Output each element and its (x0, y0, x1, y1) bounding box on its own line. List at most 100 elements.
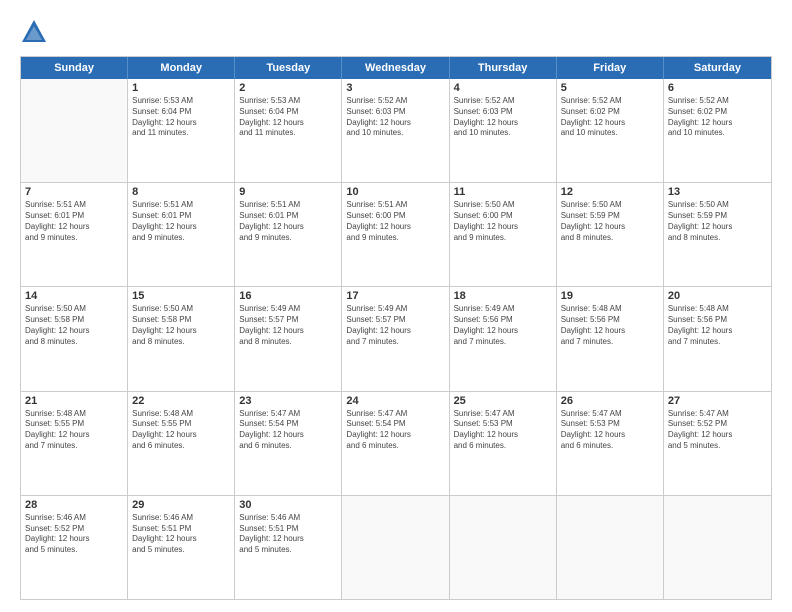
calendar-cell: 28Sunrise: 5:46 AMSunset: 5:52 PMDayligh… (21, 496, 128, 599)
calendar-cell: 14Sunrise: 5:50 AMSunset: 5:58 PMDayligh… (21, 287, 128, 390)
calendar-cell: 17 Sunrise: 5:49 AMSunset: 5:57 PMDayligh… (342, 287, 449, 390)
calendar-cell: 7 Sunrise: 5:51 AMSunset: 6:01 PMDaylight… (21, 183, 128, 286)
calendar-cell (664, 496, 771, 599)
calendar-cell: 3 Sunrise: 5:52 AMSunset: 6:03 PMDaylight… (342, 79, 449, 182)
cell-date-number: 28 (25, 499, 123, 511)
calendar-page: SundayMondayTuesdayWednesdayThursdayFrid… (0, 0, 792, 612)
cell-date-number: 1 (132, 82, 230, 94)
calendar-row-4: 21 Sunrise: 5:48 AMSunset: 5:55 PMDayligh… (21, 391, 771, 495)
cell-date-number: 2 (239, 82, 337, 94)
cell-date-number: 11 (454, 186, 552, 198)
day-header-saturday: Saturday (664, 57, 771, 79)
cell-info: Sunrise: 5:53 AMSunset: 6:04 PMDaylight:… (239, 96, 337, 139)
cell-date-number: 21 (25, 395, 123, 407)
day-header-friday: Friday (557, 57, 664, 79)
calendar-cell: 22Sunrise: 5:48 AMSunset: 5:55 PMDayligh… (128, 392, 235, 495)
cell-info: Sunrise: 5:47 AMSunset: 5:54 PMDaylight:… (346, 409, 444, 452)
cell-date-number: 14 (25, 290, 123, 302)
cell-info: Sunrise: 5:50 AMSunset: 5:59 PMDaylight:… (561, 200, 659, 243)
cell-info: Sunrise: 5:46 AMSunset: 5:51 PMDaylight:… (132, 513, 230, 556)
cell-info: Sunrise: 5:52 AMSunset: 6:02 PMDaylight:… (668, 96, 767, 139)
calendar-row-3: 14 Sunrise: 5:50 AMSunset: 5:58 PMDayligh… (21, 286, 771, 390)
cell-date-number: 12 (561, 186, 659, 198)
cell-date-number: 4 (454, 82, 552, 94)
calendar-cell: 11 Sunrise: 5:50 AMSunset: 6:00 PMDayligh… (450, 183, 557, 286)
cell-date-number: 25 (454, 395, 552, 407)
calendar-cell: 2 Sunrise: 5:53 AMSunset: 6:04 PMDaylight… (235, 79, 342, 182)
logo (20, 18, 52, 46)
calendar-cell: 21 Sunrise: 5:48 AMSunset: 5:55 PMDayligh… (21, 392, 128, 495)
cell-info: Sunrise: 5:52 AMSunset: 6:02 PMDaylight:… (561, 96, 659, 139)
cell-info: Sunrise: 5:50 AMSunset: 5:58 PMDaylight:… (132, 304, 230, 347)
cell-info: Sunrise: 5:51 AMSunset: 6:01 PMDaylight:… (25, 200, 123, 243)
cell-info: Sunrise: 5:52 AMSunset: 6:03 PMDaylight:… (346, 96, 444, 139)
cell-date-number: 8 (132, 186, 230, 198)
cell-info: Sunrise: 5:48 AMSunset: 5:55 PMDaylight:… (25, 409, 123, 452)
cell-date-number: 22 (132, 395, 230, 407)
logo-icon (20, 18, 48, 46)
cell-info: Sunrise: 5:49 AMSunset: 5:57 PMDaylight:… (239, 304, 337, 347)
day-header-monday: Monday (128, 57, 235, 79)
header (20, 18, 772, 46)
cell-info: Sunrise: 5:48 AMSunset: 5:56 PMDaylight:… (561, 304, 659, 347)
cell-info: Sunrise: 5:53 AMSunset: 6:04 PMDaylight:… (132, 96, 230, 139)
calendar-cell: 1 Sunrise: 5:53 AMSunset: 6:04 PMDaylight… (128, 79, 235, 182)
day-header-sunday: Sunday (21, 57, 128, 79)
cell-info: Sunrise: 5:49 AMSunset: 5:56 PMDaylight:… (454, 304, 552, 347)
calendar-cell: 8Sunrise: 5:51 AMSunset: 6:01 PMDaylight… (128, 183, 235, 286)
calendar-body: 1 Sunrise: 5:53 AMSunset: 6:04 PMDaylight… (21, 79, 771, 599)
cell-info: Sunrise: 5:47 AMSunset: 5:53 PMDaylight:… (454, 409, 552, 452)
calendar-cell: 26 Sunrise: 5:47 AMSunset: 5:53 PMDayligh… (557, 392, 664, 495)
day-header-wednesday: Wednesday (342, 57, 449, 79)
cell-date-number: 7 (25, 186, 123, 198)
calendar-cell (450, 496, 557, 599)
day-header-thursday: Thursday (450, 57, 557, 79)
cell-date-number: 16 (239, 290, 337, 302)
cell-date-number: 5 (561, 82, 659, 94)
calendar-cell: 18 Sunrise: 5:49 AMSunset: 5:56 PMDayligh… (450, 287, 557, 390)
cell-date-number: 20 (668, 290, 767, 302)
cell-date-number: 17 (346, 290, 444, 302)
cell-date-number: 29 (132, 499, 230, 511)
calendar-cell: 30 Sunrise: 5:46 AMSunset: 5:51 PMDayligh… (235, 496, 342, 599)
calendar-cell (557, 496, 664, 599)
cell-date-number: 9 (239, 186, 337, 198)
calendar-header: SundayMondayTuesdayWednesdayThursdayFrid… (21, 57, 771, 79)
calendar-cell (342, 496, 449, 599)
calendar-cell: 23Sunrise: 5:47 AMSunset: 5:54 PMDayligh… (235, 392, 342, 495)
cell-info: Sunrise: 5:50 AMSunset: 6:00 PMDaylight:… (454, 200, 552, 243)
calendar-cell: 9 Sunrise: 5:51 AMSunset: 6:01 PMDaylight… (235, 183, 342, 286)
calendar-cell: 6 Sunrise: 5:52 AMSunset: 6:02 PMDaylight… (664, 79, 771, 182)
cell-info: Sunrise: 5:49 AMSunset: 5:57 PMDaylight:… (346, 304, 444, 347)
calendar-cell: 20Sunrise: 5:48 AMSunset: 5:56 PMDayligh… (664, 287, 771, 390)
calendar-cell: 27Sunrise: 5:47 AMSunset: 5:52 PMDayligh… (664, 392, 771, 495)
cell-date-number: 3 (346, 82, 444, 94)
cell-date-number: 19 (561, 290, 659, 302)
cell-date-number: 6 (668, 82, 767, 94)
calendar-cell (21, 79, 128, 182)
calendar-cell: 24 Sunrise: 5:47 AMSunset: 5:54 PMDayligh… (342, 392, 449, 495)
day-header-tuesday: Tuesday (235, 57, 342, 79)
calendar-cell: 13 Sunrise: 5:50 AMSunset: 5:59 PMDayligh… (664, 183, 771, 286)
cell-date-number: 24 (346, 395, 444, 407)
calendar-cell: 16 Sunrise: 5:49 AMSunset: 5:57 PMDayligh… (235, 287, 342, 390)
calendar-cell: 19 Sunrise: 5:48 AMSunset: 5:56 PMDayligh… (557, 287, 664, 390)
cell-date-number: 23 (239, 395, 337, 407)
cell-date-number: 10 (346, 186, 444, 198)
calendar-cell: 4 Sunrise: 5:52 AMSunset: 6:03 PMDaylight… (450, 79, 557, 182)
cell-date-number: 13 (668, 186, 767, 198)
calendar-row-2: 7 Sunrise: 5:51 AMSunset: 6:01 PMDaylight… (21, 182, 771, 286)
cell-info: Sunrise: 5:47 AMSunset: 5:53 PMDaylight:… (561, 409, 659, 452)
cell-date-number: 26 (561, 395, 659, 407)
calendar: SundayMondayTuesdayWednesdayThursdayFrid… (20, 56, 772, 600)
cell-info: Sunrise: 5:50 AMSunset: 5:59 PMDaylight:… (668, 200, 767, 243)
cell-info: Sunrise: 5:52 AMSunset: 6:03 PMDaylight:… (454, 96, 552, 139)
cell-info: Sunrise: 5:51 AMSunset: 6:01 PMDaylight:… (239, 200, 337, 243)
calendar-row-1: 1 Sunrise: 5:53 AMSunset: 6:04 PMDaylight… (21, 79, 771, 182)
calendar-row-5: 28Sunrise: 5:46 AMSunset: 5:52 PMDayligh… (21, 495, 771, 599)
cell-info: Sunrise: 5:46 AMSunset: 5:51 PMDaylight:… (239, 513, 337, 556)
cell-date-number: 15 (132, 290, 230, 302)
cell-date-number: 30 (239, 499, 337, 511)
cell-date-number: 18 (454, 290, 552, 302)
cell-info: Sunrise: 5:47 AMSunset: 5:52 PMDaylight:… (668, 409, 767, 452)
